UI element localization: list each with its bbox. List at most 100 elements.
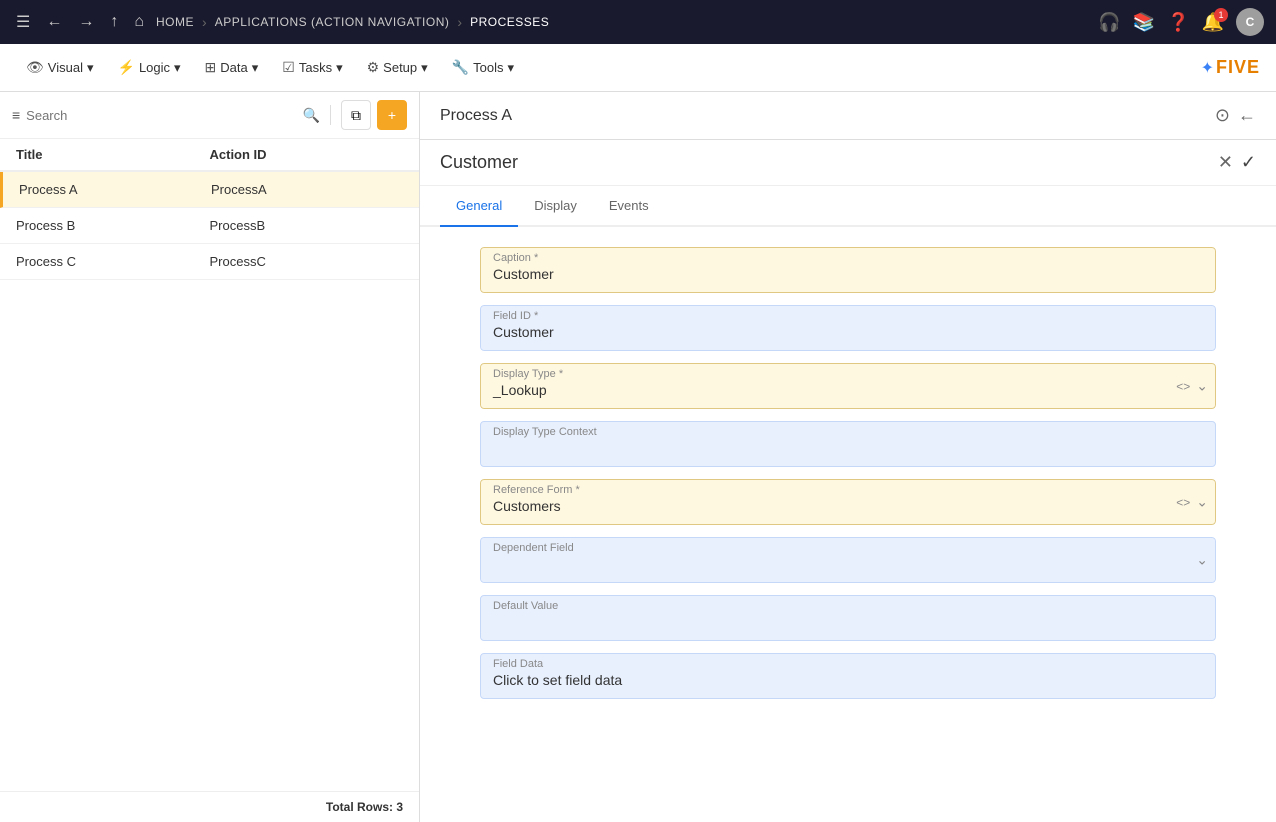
- sync-icon[interactable]: ⊙: [1215, 105, 1230, 126]
- reference-form-value: Customers: [493, 498, 561, 514]
- add-button[interactable]: +: [377, 100, 407, 130]
- logic-icon: ⚡: [118, 59, 135, 76]
- books-icon[interactable]: 📚: [1133, 12, 1155, 33]
- toolbar-setup[interactable]: ⚙ Setup ▾: [357, 53, 438, 82]
- home-icon[interactable]: ⌂: [130, 9, 148, 35]
- form-section-icons: ✕ ✓: [1218, 152, 1256, 173]
- sidebar-search-bar: ≡ 🔍 ⧉ +: [0, 92, 419, 139]
- setup-chevron: ▾: [421, 60, 428, 76]
- dependent-field-group: Dependent Field ⌄: [480, 537, 1216, 583]
- tab-display[interactable]: Display: [518, 186, 593, 227]
- field-id-input[interactable]: [493, 324, 1203, 340]
- row-title: Process A: [19, 182, 211, 197]
- tasks-icon: ☑: [282, 59, 295, 76]
- display-type-dropdown-icon[interactable]: ⌄: [1196, 378, 1208, 395]
- logic-chevron: ▾: [174, 60, 181, 76]
- sidebar-table: Process A ProcessA Process B ProcessB Pr…: [0, 172, 419, 791]
- toolbar-tools-label: Tools: [473, 60, 503, 75]
- five-logo-text: FIVE: [1216, 57, 1260, 78]
- top-nav-right: 🎧 📚 ❓ 🔔 1 C: [1098, 8, 1264, 36]
- toolbar-data-label: Data: [220, 60, 247, 75]
- top-nav: ☰ ← → ↑ ⌂ HOME › APPLICATIONS (ACTION NA…: [0, 0, 1276, 44]
- caption-input[interactable]: [493, 266, 1203, 282]
- breadcrumb-sep-1: ›: [202, 14, 207, 30]
- field-data-clickable[interactable]: Field Data Click to set field data: [480, 653, 1216, 699]
- row-action-id: ProcessB: [210, 218, 404, 233]
- breadcrumb-apps[interactable]: APPLICATIONS (ACTION NAVIGATION): [215, 15, 450, 29]
- toolbar-data[interactable]: ⊞ Data ▾: [195, 53, 269, 82]
- default-value-group: Default Value: [480, 595, 1216, 641]
- up-icon[interactable]: ↑: [106, 9, 122, 35]
- toolbar-visual[interactable]: 👁 Visual ▾: [16, 53, 104, 82]
- copy-button[interactable]: ⧉: [341, 100, 371, 130]
- toolbar: 👁 Visual ▾ ⚡ Logic ▾ ⊞ Data ▾ ☑ Tasks ▾ …: [0, 44, 1276, 92]
- dependent-field-input[interactable]: [493, 556, 1175, 572]
- five-star-icon: ✦: [1201, 58, 1214, 78]
- row-title: Process B: [16, 218, 210, 233]
- forward-icon[interactable]: →: [74, 9, 98, 35]
- notification-icon[interactable]: 🔔 1: [1202, 12, 1224, 33]
- list-item[interactable]: Process B ProcessB: [0, 208, 419, 244]
- caption-field-group: Caption *: [480, 247, 1216, 293]
- toolbar-logic[interactable]: ⚡ Logic ▾: [108, 53, 191, 82]
- toolbar-setup-label: Setup: [383, 60, 417, 75]
- tab-events[interactable]: Events: [593, 186, 665, 227]
- display-type-code-icon[interactable]: <>: [1176, 379, 1190, 393]
- breadcrumb-home[interactable]: HOME: [156, 15, 194, 29]
- dependent-field-dropdown-icon[interactable]: ⌄: [1196, 552, 1208, 568]
- toolbar-logic-label: Logic: [139, 60, 170, 75]
- toolbar-tasks[interactable]: ☑ Tasks ▾: [272, 53, 352, 82]
- tools-icon: 🔧: [452, 59, 469, 76]
- row-action-id: ProcessA: [211, 182, 403, 197]
- field-data-label: Field Data: [493, 658, 1203, 672]
- content-title: Process A: [440, 107, 512, 125]
- tools-chevron: ▾: [507, 60, 514, 76]
- breadcrumb-processes[interactable]: PROCESSES: [470, 15, 549, 29]
- row-action-id: ProcessC: [210, 254, 404, 269]
- search-input[interactable]: [26, 108, 296, 123]
- sidebar-header: Title Action ID: [0, 139, 419, 172]
- avatar[interactable]: C: [1236, 8, 1264, 36]
- toolbar-left: 👁 Visual ▾ ⚡ Logic ▾ ⊞ Data ▾ ☑ Tasks ▾ …: [16, 53, 524, 82]
- display-type-context-input[interactable]: [493, 440, 1203, 456]
- reference-form-dropdown-icon[interactable]: ⌄: [1196, 494, 1208, 511]
- five-logo: ✦ FIVE: [1201, 57, 1260, 78]
- main-layout: ≡ 🔍 ⧉ + Title Action ID Process A Proces…: [0, 92, 1276, 822]
- row-title: Process C: [16, 254, 210, 269]
- default-value-label: Default Value: [493, 600, 1203, 614]
- tab-general[interactable]: General: [440, 186, 518, 227]
- content-header: Process A ⊙ ←: [420, 92, 1276, 140]
- help-icon[interactable]: ❓: [1167, 12, 1189, 33]
- confirm-form-icon[interactable]: ✓: [1241, 152, 1256, 173]
- content-header-icons: ⊙ ←: [1215, 105, 1256, 126]
- headset-icon[interactable]: 🎧: [1098, 12, 1120, 33]
- tasks-chevron: ▾: [336, 60, 343, 76]
- field-id-group: Field ID *: [480, 305, 1216, 351]
- display-type-context-group: Display Type Context: [480, 421, 1216, 467]
- form-title: Customer: [440, 152, 518, 173]
- dependent-field-label: Dependent Field: [493, 542, 1175, 556]
- reference-form-code-icon[interactable]: <>: [1176, 495, 1190, 509]
- display-type-group: Display Type * _Lookup <> ⌄ ➤: [480, 363, 1216, 409]
- notif-badge: 1: [1214, 8, 1228, 22]
- default-value-input[interactable]: [493, 614, 1203, 630]
- list-item[interactable]: Process A ProcessA: [0, 172, 419, 208]
- back-icon[interactable]: ←: [42, 9, 66, 35]
- top-nav-left: ☰ ← → ↑ ⌂ HOME › APPLICATIONS (ACTION NA…: [12, 8, 1090, 36]
- list-item[interactable]: Process C ProcessC: [0, 244, 419, 280]
- toolbar-visual-label: Visual: [48, 60, 83, 75]
- display-type-label: Display Type *: [493, 368, 1155, 382]
- visual-icon: 👁: [26, 59, 44, 76]
- sidebar: ≡ 🔍 ⧉ + Title Action ID Process A Proces…: [0, 92, 420, 822]
- toolbar-tools[interactable]: 🔧 Tools ▾: [442, 53, 524, 82]
- content-panel: Process A ⊙ ← Customer ✕ ✓ General Displ…: [420, 92, 1276, 822]
- col-action-id: Action ID: [210, 147, 404, 162]
- close-form-icon[interactable]: ✕: [1218, 152, 1233, 173]
- search-icon[interactable]: 🔍: [303, 107, 320, 124]
- breadcrumb-sep-2: ›: [457, 14, 462, 30]
- caption-label: Caption *: [493, 252, 1203, 266]
- menu-icon[interactable]: ☰: [12, 8, 34, 36]
- toolbar-tasks-label: Tasks: [299, 60, 332, 75]
- field-data-value: Click to set field data: [493, 672, 622, 688]
- back-arrow-icon[interactable]: ←: [1238, 105, 1256, 126]
